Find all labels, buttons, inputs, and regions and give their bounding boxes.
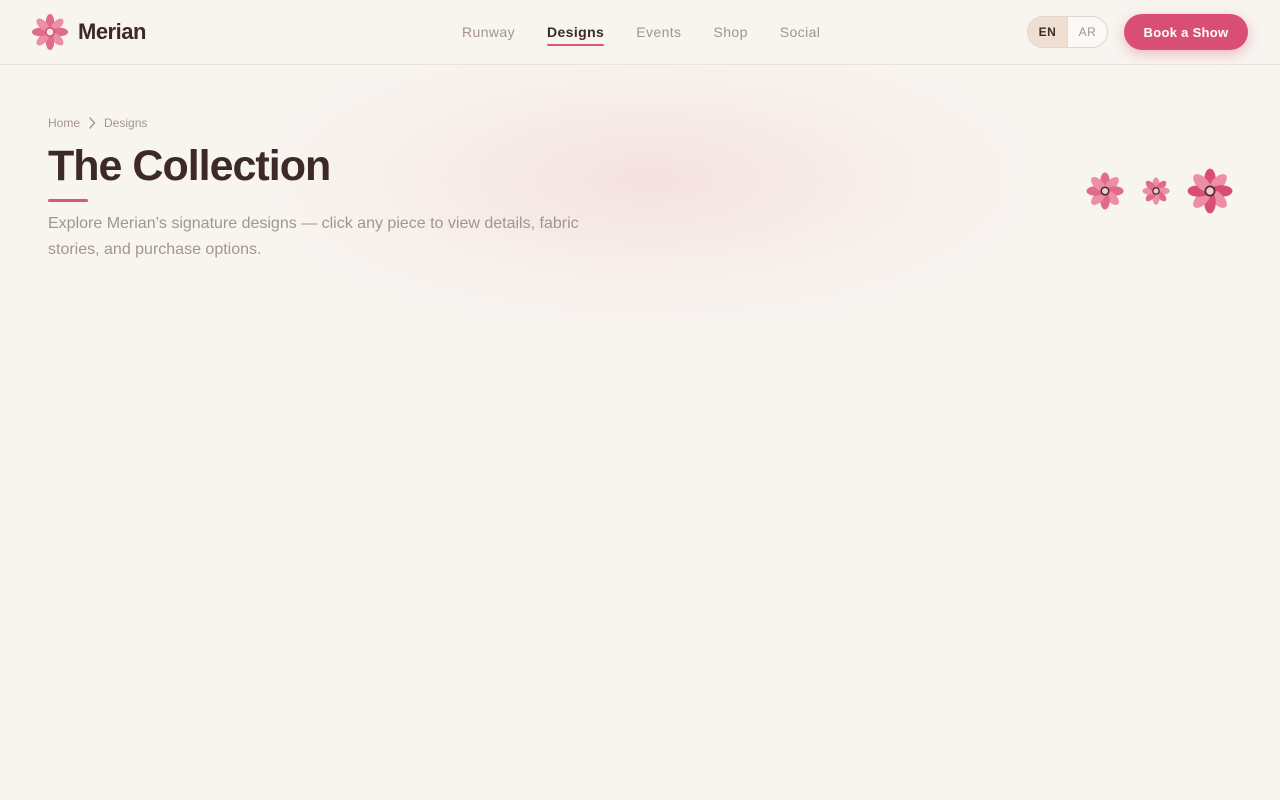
language-toggle: EN AR (1027, 16, 1108, 48)
language-ar-button[interactable]: AR (1067, 17, 1107, 47)
breadcrumb-current: Designs (104, 116, 148, 130)
main-nav: Runway Designs Events Shop Social (462, 0, 820, 64)
breadcrumb-home-link[interactable]: Home (48, 116, 80, 130)
nav-item-events[interactable]: Events (636, 25, 681, 39)
book-show-button[interactable]: Book a Show (1124, 14, 1248, 50)
chevron-right-icon (89, 117, 96, 129)
flower-icon (32, 14, 68, 50)
nav-item-social[interactable]: Social (780, 25, 821, 39)
breadcrumb: Home Designs (48, 116, 147, 130)
flower-icon (1142, 177, 1170, 205)
flower-icon (1086, 172, 1124, 210)
brand-logo[interactable]: Merian (32, 14, 146, 50)
site-header: Merian Runway Designs Events Shop Social… (0, 0, 1280, 65)
hero-background-glow (280, 65, 1020, 320)
brand-name: Merian (78, 19, 146, 44)
decorative-flowers (1080, 165, 1240, 217)
nav-item-runway[interactable]: Runway (462, 25, 515, 39)
title-underline (48, 199, 88, 202)
page-title: The Collection (48, 142, 331, 190)
nav-item-shop[interactable]: Shop (713, 25, 747, 39)
language-en-button[interactable]: EN (1028, 17, 1067, 47)
page-subtitle: Explore Merian’s signature designs — cli… (48, 215, 579, 258)
nav-item-designs[interactable]: Designs (546, 25, 605, 46)
flower-icon (1187, 168, 1233, 214)
